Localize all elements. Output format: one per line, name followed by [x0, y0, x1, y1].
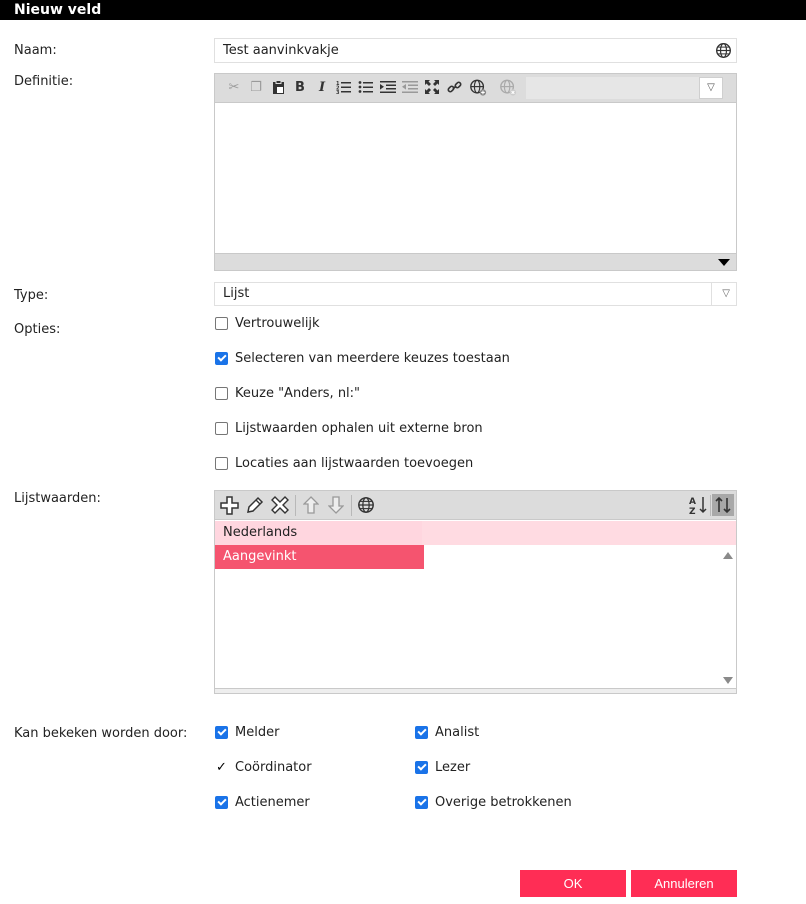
- list-item[interactable]: Aangevinkt: [215, 545, 424, 569]
- viewer-label: Lezer: [435, 760, 471, 775]
- option-label: Lijstwaarden ophalen uit externe bron: [235, 421, 483, 436]
- type-value: Lijst: [223, 286, 250, 301]
- language-header: Nederlands: [223, 525, 298, 540]
- visible-by-label: Kan bekeken worden door:: [14, 726, 188, 741]
- checkbox[interactable]: [215, 387, 228, 400]
- globe-icon[interactable]: [715, 42, 732, 59]
- name-value: Test aanvinkvakje: [223, 43, 339, 58]
- list-bottom-bar: [215, 688, 736, 693]
- cancel-button[interactable]: Annuleren: [631, 870, 737, 897]
- option-label: Vertrouwelijk: [235, 316, 320, 331]
- viewer-analist[interactable]: Analist: [415, 725, 479, 740]
- option-other-choice[interactable]: Keuze "Anders, nl:": [215, 386, 360, 401]
- checkbox[interactable]: [215, 457, 228, 470]
- sort-manual-icon[interactable]: [712, 494, 734, 516]
- checkmark-icon[interactable]: [215, 761, 228, 774]
- option-label: Selecteren van meerdere keuzes toestaan: [235, 351, 510, 366]
- edit-icon[interactable]: [245, 495, 265, 515]
- viewer-lezer[interactable]: Lezer: [415, 760, 470, 775]
- option-locations[interactable]: Locaties aan lijstwaarden toevoegen: [215, 456, 473, 471]
- checkbox[interactable]: [415, 761, 428, 774]
- viewer-label: Melder: [235, 725, 280, 740]
- scroll-down-icon[interactable]: [723, 677, 733, 684]
- globe-remove-icon[interactable]: [499, 78, 517, 96]
- resize-triangle-icon: [718, 259, 730, 266]
- definition-editor[interactable]: ✂ ❐ B I 123 ▽: [214, 73, 737, 271]
- checkbox[interactable]: [215, 352, 228, 365]
- viewer-label: Analist: [435, 725, 480, 740]
- checkbox[interactable]: [215, 422, 228, 435]
- indent-icon[interactable]: [379, 78, 397, 96]
- definition-label: Definitie:: [14, 74, 74, 89]
- checkbox[interactable]: [215, 796, 228, 809]
- ok-button[interactable]: OK: [520, 870, 626, 897]
- editor-toolbar: ✂ ❐ B I 123 ▽: [215, 74, 736, 103]
- option-external-source[interactable]: Lijstwaarden ophalen uit externe bron: [215, 421, 483, 436]
- svg-text:A: A: [689, 497, 696, 507]
- name-label: Naam:: [14, 43, 57, 58]
- select-separator: [711, 283, 712, 305]
- viewer-actienemer[interactable]: Actienemer: [215, 795, 310, 810]
- list-header-row: Nederlands: [215, 521, 736, 545]
- svg-text:Z: Z: [689, 507, 696, 515]
- viewer-coordinator[interactable]: Coördinator: [215, 760, 312, 775]
- checkbox[interactable]: [415, 726, 428, 739]
- link-icon[interactable]: [445, 78, 463, 96]
- type-select[interactable]: Lijst ▽: [214, 282, 737, 306]
- viewer-melder[interactable]: Melder: [215, 725, 279, 740]
- copy-icon[interactable]: ❐: [247, 78, 265, 96]
- paste-icon[interactable]: [269, 78, 287, 96]
- dialog-title: Nieuw veld: [0, 0, 806, 20]
- list-values-toolbar: AZ: [215, 491, 736, 520]
- checkbox[interactable]: [215, 317, 228, 330]
- maximize-icon[interactable]: [423, 78, 441, 96]
- option-label: Keuze "Anders, nl:": [235, 386, 361, 401]
- viewer-overige[interactable]: Overige betrokkenen: [415, 795, 572, 810]
- delete-icon[interactable]: [270, 495, 290, 515]
- checkbox[interactable]: [215, 726, 228, 739]
- toolbar-divider: [351, 495, 352, 516]
- chevron-down-icon: ▽: [722, 288, 730, 299]
- type-label: Type:: [14, 288, 49, 303]
- header-cell-empty: [422, 521, 736, 545]
- toolbar-divider: [710, 495, 711, 516]
- svg-text:3: 3: [336, 90, 340, 94]
- list-values-panel: AZ Nederlands Aangevinkt: [214, 490, 737, 694]
- globe-add-icon[interactable]: [469, 78, 487, 96]
- editor-resize-bar[interactable]: [215, 253, 736, 270]
- name-field[interactable]: Test aanvinkvakje: [214, 38, 737, 63]
- list-item-label: Aangevinkt: [223, 549, 297, 564]
- numbered-list-icon[interactable]: 123: [335, 78, 353, 96]
- move-down-icon[interactable]: [326, 495, 346, 515]
- format-dropdown[interactable]: ▽: [699, 77, 723, 99]
- option-label: Locaties aan lijstwaarden toevoegen: [235, 456, 474, 471]
- toolbar-spacer: [526, 77, 700, 99]
- move-up-icon[interactable]: [301, 495, 321, 515]
- option-confidential[interactable]: Vertrouwelijk: [215, 316, 320, 331]
- viewer-label: Coördinator: [235, 760, 312, 775]
- sort-az-icon[interactable]: AZ: [688, 495, 708, 515]
- add-icon[interactable]: [219, 495, 239, 515]
- scroll-up-icon[interactable]: [723, 552, 733, 559]
- globe-icon[interactable]: [356, 495, 376, 515]
- options-label: Opties:: [14, 322, 61, 337]
- viewer-label: Overige betrokkenen: [435, 795, 572, 810]
- toolbar-divider: [295, 495, 296, 516]
- bold-icon[interactable]: B: [291, 78, 309, 96]
- viewer-label: Actienemer: [235, 795, 310, 810]
- checkbox[interactable]: [415, 796, 428, 809]
- list-values-label: Lijstwaarden:: [14, 491, 101, 506]
- cut-icon[interactable]: ✂: [225, 78, 243, 96]
- italic-icon[interactable]: I: [313, 78, 331, 96]
- outdent-icon[interactable]: [401, 78, 419, 96]
- option-multiple-choice[interactable]: Selecteren van meerdere keuzes toestaan: [215, 351, 510, 366]
- bullet-list-icon[interactable]: [357, 78, 375, 96]
